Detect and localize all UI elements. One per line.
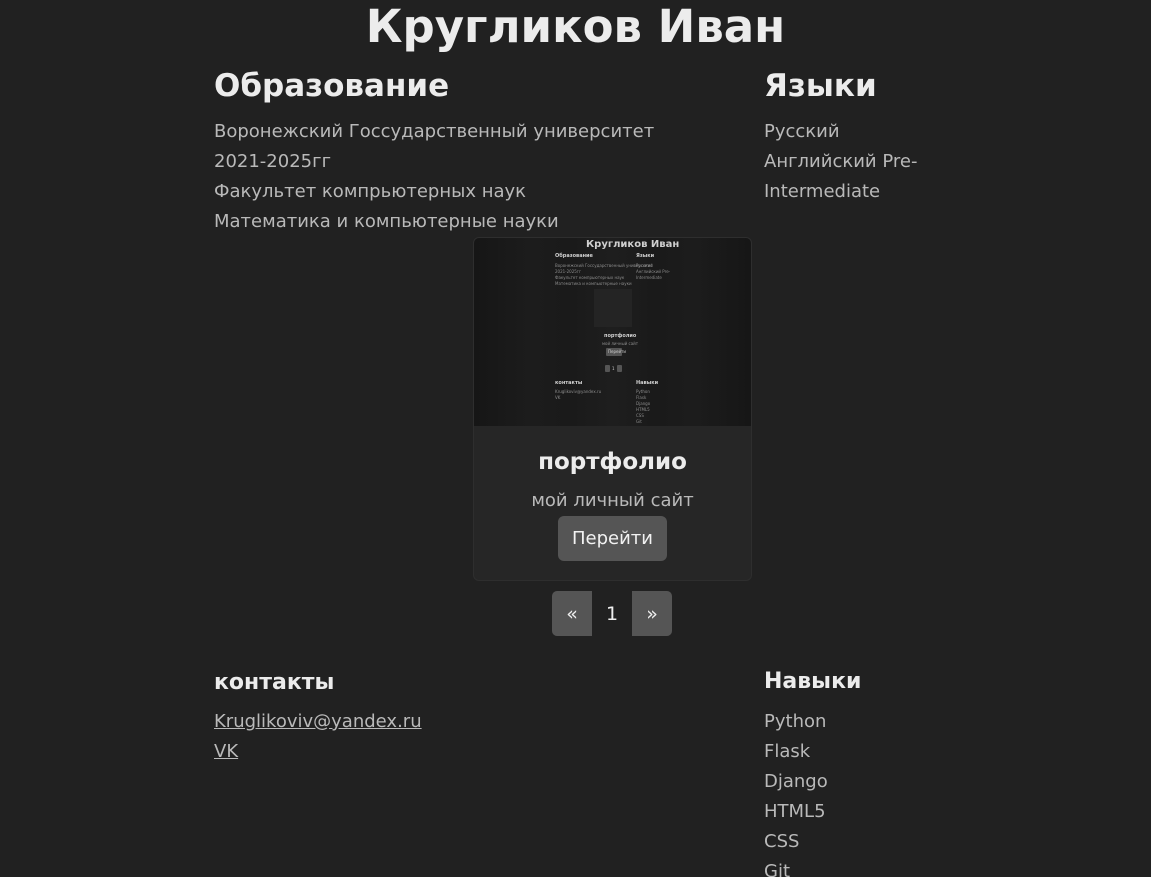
education-item: 2021-2025гг	[214, 151, 332, 172]
skills-list: Python Flask Django HTML5 CSS Git	[764, 707, 828, 877]
education-item: Математика и компьютерные науки	[214, 211, 559, 232]
pagination: « 1 »	[552, 591, 672, 636]
thumb-edu-line: Математика и компьютерные науки	[555, 281, 632, 286]
thumb-pager-current: 1	[612, 366, 615, 371]
thumb-pager-next	[617, 365, 622, 372]
project-title: портфолио	[538, 449, 687, 475]
resume-page: Кругликов Иван Образование Воронежский Г…	[0, 0, 1151, 877]
languages-list: Русский Английский Pre-Intermediate	[764, 117, 964, 207]
thumb-pager-prev	[605, 365, 610, 372]
skill-item: Django	[764, 771, 828, 792]
project-thumbnail: Кругликов Иван Образование Языки Воронеж…	[474, 238, 751, 426]
thumb-contact-line: Kruglikoviv@yandex.ru	[555, 389, 602, 394]
project-description: мой личный сайт	[531, 490, 694, 511]
education-title: Образование	[214, 68, 450, 104]
open-project-button[interactable]: Перейти	[558, 516, 667, 561]
thumb-edu-title: Образование	[555, 253, 593, 259]
skill-item: CSS	[764, 831, 800, 852]
education-item: Факультет компрьютерных наук	[214, 181, 527, 202]
pagination-prev[interactable]: «	[552, 591, 592, 636]
pagination-next[interactable]: »	[632, 591, 672, 636]
skill-item: Git	[764, 861, 791, 877]
thumb-skill-line: Git	[636, 419, 642, 424]
thumb-contacts-title: контакты	[555, 380, 583, 386]
email-link[interactable]: Kruglikoviv@yandex.ru	[214, 711, 422, 732]
skills-title: Навыки	[764, 669, 862, 694]
skill-item: Flask	[764, 741, 811, 762]
contact-item: VK	[214, 737, 422, 767]
pagination-page-current[interactable]: 1	[592, 591, 632, 636]
education-item: Воронежский Госсударственный университет	[214, 121, 655, 142]
thumb-card-button-label: Перейти	[608, 349, 626, 354]
page-title: Кругликов Иван	[365, 0, 786, 53]
skill-item: HTML5	[764, 801, 826, 822]
education-list: Воронежский Госсударственный университет…	[214, 117, 654, 237]
languages-title: Языки	[764, 68, 877, 104]
thumb-contact-line: VK	[555, 395, 561, 400]
thumb-lang-title: Языки	[636, 253, 655, 259]
contacts-list: Kruglikoviv@yandex.ru VK	[214, 707, 422, 767]
language-item: Русский	[764, 121, 840, 142]
thumb-card-desc: мой личный сайт	[602, 341, 639, 346]
vk-link[interactable]: VK	[214, 741, 238, 762]
contact-item: Kruglikoviv@yandex.ru	[214, 707, 422, 737]
contacts-title: контакты	[214, 670, 335, 695]
thumb-lang-line: Intermediate	[636, 275, 662, 280]
language-item: Английский Pre-Intermediate	[764, 151, 918, 202]
thumb-card-image	[594, 289, 632, 327]
thumb-name: Кругликов Иван	[586, 239, 680, 250]
thumb-skills-title: Навыки	[636, 380, 659, 386]
skill-item: Python	[764, 711, 827, 732]
project-card: Кругликов Иван Образование Языки Воронеж…	[473, 237, 752, 581]
thumb-card-title: портфолио	[604, 333, 637, 339]
